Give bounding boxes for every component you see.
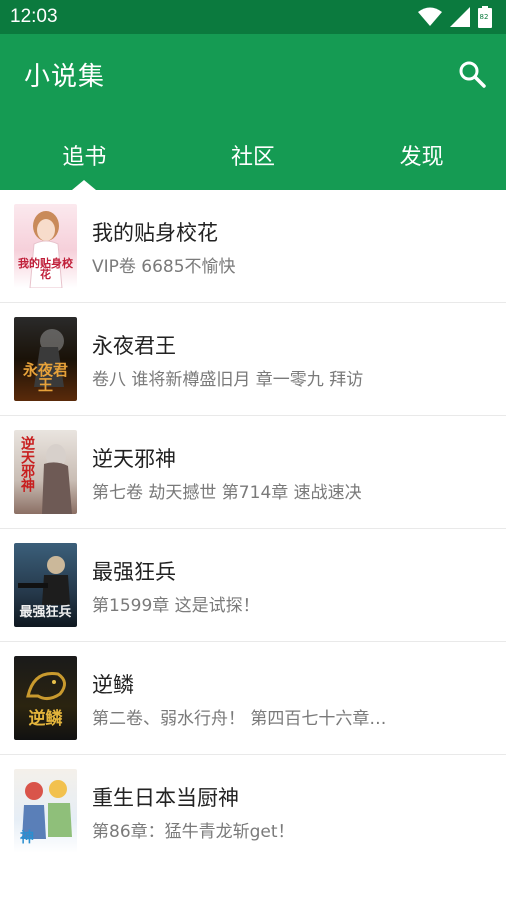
book-cover: 永夜君王 (14, 317, 77, 401)
list-item[interactable]: 逆鳞 逆鳞 第二卷、弱水行舟！ 第四百七十六章… (0, 642, 506, 755)
book-latest-chapter: VIP卷 6685不愉快 (92, 257, 236, 277)
list-item[interactable]: 永夜君王 永夜君王 卷八 谁将新樽盛旧月 章一零九 拜访 (0, 303, 506, 416)
book-cover: 逆鳞 (14, 656, 77, 740)
tab-bar: 追书 社区 发现 (0, 130, 506, 190)
book-title: 重生日本当厨神 (92, 786, 239, 810)
book-latest-chapter: 卷八 谁将新樽盛旧月 章一零九 拜访 (92, 370, 364, 390)
cover-title: 逆鳞 (28, 709, 63, 729)
tab-community[interactable]: 社区 (169, 130, 338, 190)
tab-discover[interactable]: 发现 (337, 130, 506, 190)
book-title: 逆鳞 (92, 673, 134, 697)
wifi-icon (418, 7, 442, 26)
book-latest-chapter: 第七卷 劫天撼世 第714章 速战速决 (92, 483, 362, 503)
app-bar: 小说集 追书 社区 发现 (0, 34, 506, 190)
app-title: 小说集 (24, 62, 106, 92)
book-list: 我的贴身校花 我的贴身校花 VIP卷 6685不愉快 永夜君王 永夜君王 卷八 … (0, 190, 506, 868)
book-latest-chapter: 第1599章 这是试探！ (92, 596, 260, 616)
tab-zhuishu[interactable]: 追书 (0, 130, 169, 190)
cover-title: 永夜君王 (22, 361, 68, 394)
cover-title: 最强狂兵 (19, 605, 72, 620)
battery-level: 82 (479, 13, 489, 21)
cover-title: 神 (20, 830, 34, 846)
cover-title: 我的贴身校花 (18, 257, 73, 281)
list-item[interactable]: 神 重生日本当厨神 第86章：猛牛青龙斩get！ (0, 755, 506, 868)
status-time: 12:03 (10, 6, 58, 27)
book-latest-chapter: 第二卷、弱水行舟！ 第四百七十六章… (92, 709, 387, 729)
cover-title: 逆天邪神 (19, 436, 35, 492)
list-item[interactable]: 最强狂兵 最强狂兵 第1599章 这是试探！ (0, 529, 506, 642)
book-title: 逆天邪神 (92, 447, 176, 471)
signal-icon (450, 7, 470, 27)
book-latest-chapter: 第86章：猛牛青龙斩get！ (92, 822, 295, 842)
book-title: 最强狂兵 (92, 560, 176, 584)
search-icon[interactable] (458, 60, 486, 88)
status-icons: 82 (418, 6, 492, 28)
book-cover: 逆天邪神 (14, 430, 77, 514)
book-cover: 神 (14, 769, 77, 853)
book-cover: 我的贴身校花 (14, 204, 77, 288)
book-title: 永夜君王 (92, 334, 176, 358)
list-item[interactable]: 逆天邪神 逆天邪神 第七卷 劫天撼世 第714章 速战速决 (0, 416, 506, 529)
status-bar: 12:03 82 (0, 0, 506, 34)
book-title: 我的贴身校花 (92, 221, 218, 245)
book-cover: 最强狂兵 (14, 543, 77, 627)
list-item[interactable]: 我的贴身校花 我的贴身校花 VIP卷 6685不愉快 (0, 190, 506, 303)
